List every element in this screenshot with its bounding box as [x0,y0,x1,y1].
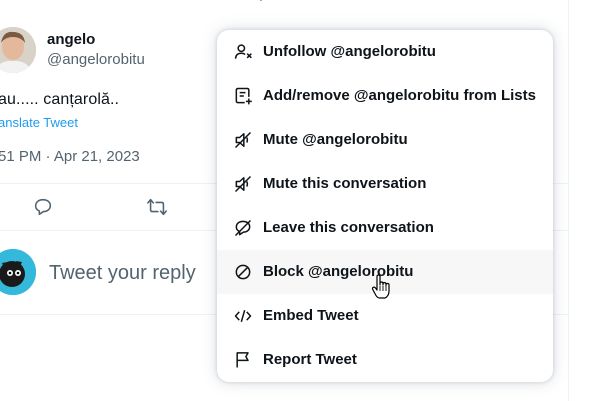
hand-cursor-icon [371,274,390,299]
column-border [568,0,569,401]
retweet-icon [147,198,167,216]
menu-item-label: Unfollow @angelorobitu [263,43,436,60]
clipped-top-icon [349,0,365,2]
list-add-icon [235,87,252,105]
clipped-top-icon [259,0,263,2]
avatar-photo [0,27,36,73]
tweet-timestamp[interactable]: 51 PM · Apr 21, 2023 [0,148,140,165]
clipped-top-icon [455,0,469,2]
menu-item-lists[interactable]: Add/remove @angelorobitu from Lists [217,74,553,118]
block-icon [235,264,251,280]
menu-item-label: Mute this conversation [263,175,427,192]
menu-item-label: Leave this conversation [263,219,434,236]
menu-item-embed[interactable]: Embed Tweet [217,294,553,338]
menu-item-label: Mute @angelorobitu [263,131,408,148]
unfollow-icon [234,44,252,59]
author-name[interactable]: angelo [47,31,95,48]
retweet-button[interactable] [144,194,170,220]
user-avatar[interactable] [0,249,36,295]
reply-button[interactable] [30,194,56,220]
menu-item-unfollow[interactable]: Unfollow @angelorobitu [217,30,553,74]
embed-icon [234,309,252,323]
menu-item-leave-conversation[interactable]: Leave this conversation [217,206,553,250]
menu-item-mute-conversation[interactable]: Mute this conversation [217,162,553,206]
menu-item-label: Report Tweet [263,351,357,368]
menu-item-label: Add/remove @angelorobitu from Lists [263,87,536,104]
leave-conversation-icon [234,219,252,237]
flag-icon [236,352,249,368]
tweet-options-menu: Unfollow @angelorobitu Add/remove @angel… [217,30,553,382]
author-handle[interactable]: @angelorobitu [47,51,145,68]
avatar-character-icon [0,249,36,295]
mute-icon [234,131,252,149]
menu-item-report[interactable]: Report Tweet [217,338,553,382]
menu-item-label: Embed Tweet [263,307,359,324]
tweet-text: au..... canțarolă.. [0,91,120,108]
reply-icon [34,198,52,216]
reply-input[interactable]: Tweet your reply [49,262,196,285]
mute-conversation-icon [234,175,252,193]
translate-tweet-link[interactable]: anslate Tweet [0,115,78,130]
author-avatar[interactable] [0,27,36,73]
menu-item-mute-user[interactable]: Mute @angelorobitu [217,118,553,162]
